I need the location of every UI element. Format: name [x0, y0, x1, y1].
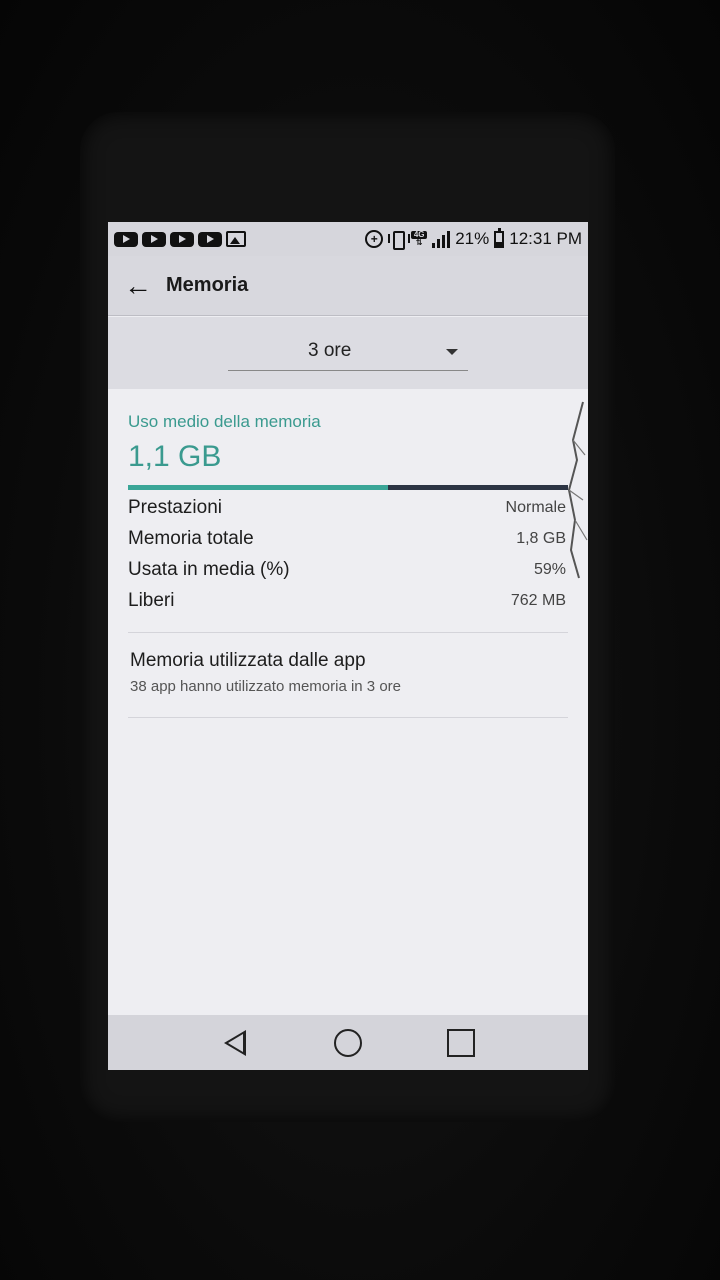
stat-label: Prestazioni	[128, 497, 222, 518]
battery-percent: 21%	[455, 229, 490, 248]
stat-label: Memoria totale	[128, 528, 254, 549]
stat-value: 762 MB	[510, 592, 566, 609]
apps-memory-item[interactable]: Memoria utilizzata dalle app 38 app hann…	[130, 650, 570, 710]
stat-label: Usata in media (%)	[128, 559, 290, 580]
memory-usage-bar	[128, 485, 568, 490]
battery-icon	[494, 227, 505, 248]
average-memory-value: 1,1 GB	[128, 440, 222, 473]
back-arrow-button[interactable]: ←	[118, 266, 158, 306]
stat-row-performance: Prestazioni Normale	[128, 493, 566, 523]
network-type-icon: 4G ⇅	[411, 231, 428, 247]
phone-screen: + 4G ⇅ 21% 12:31 PM ← Memoria 3 ore Uso …	[108, 222, 588, 1070]
apps-memory-title: Memoria utilizzata dalle app	[130, 650, 366, 671]
dropdown-arrow-icon	[446, 349, 458, 355]
square-recents-icon	[447, 1028, 476, 1057]
nav-recents-button[interactable]	[441, 1023, 481, 1063]
youtube-icon	[198, 231, 222, 247]
arrow-left-icon: ←	[124, 269, 152, 301]
nav-back-button[interactable]	[215, 1023, 255, 1063]
youtube-icon	[170, 231, 194, 247]
screen-crack	[567, 401, 588, 579]
period-dropdown[interactable]: 3 ore	[228, 335, 468, 371]
stat-value: Normale	[505, 499, 566, 516]
circle-home-icon	[333, 1028, 362, 1057]
stat-value: 59%	[533, 561, 566, 578]
signal-icon	[432, 230, 451, 248]
youtube-icon	[142, 231, 166, 247]
clock: 12:31 PM	[509, 229, 582, 248]
apps-memory-subtitle: 38 app hanno utilizzato memoria in 3 ore	[130, 678, 401, 695]
system-icons: + 4G ⇅ 21% 12:31 PM	[365, 227, 582, 250]
navigation-bar	[108, 1015, 588, 1070]
stat-row-avg-used: Usata in media (%) 59%	[128, 555, 566, 585]
stat-row-total-memory: Memoria totale 1,8 GB	[128, 524, 566, 554]
youtube-icon	[114, 231, 138, 247]
divider	[128, 717, 568, 718]
nav-home-button[interactable]	[328, 1023, 368, 1063]
page-title: Memoria	[166, 274, 249, 296]
image-icon	[226, 231, 246, 247]
average-memory-label: Uso medio della memoria	[128, 412, 321, 431]
period-dropdown-value: 3 ore	[308, 340, 352, 361]
memory-usage-fill	[128, 485, 388, 490]
notification-icons	[114, 231, 246, 247]
photo-scene: + 4G ⇅ 21% 12:31 PM ← Memoria 3 ore Uso …	[0, 0, 720, 1280]
stat-row-free: Liberi 762 MB	[128, 586, 566, 616]
data-saver-icon: +	[365, 230, 384, 248]
period-band: 3 ore	[108, 317, 588, 389]
vibrate-icon	[388, 230, 411, 250]
stat-label: Liberi	[128, 590, 175, 611]
app-bar: ← Memoria	[108, 256, 588, 316]
divider	[128, 632, 568, 633]
status-bar: + 4G ⇅ 21% 12:31 PM	[108, 222, 588, 256]
triangle-back-icon	[223, 1029, 246, 1056]
stat-value: 1,8 GB	[516, 530, 566, 547]
